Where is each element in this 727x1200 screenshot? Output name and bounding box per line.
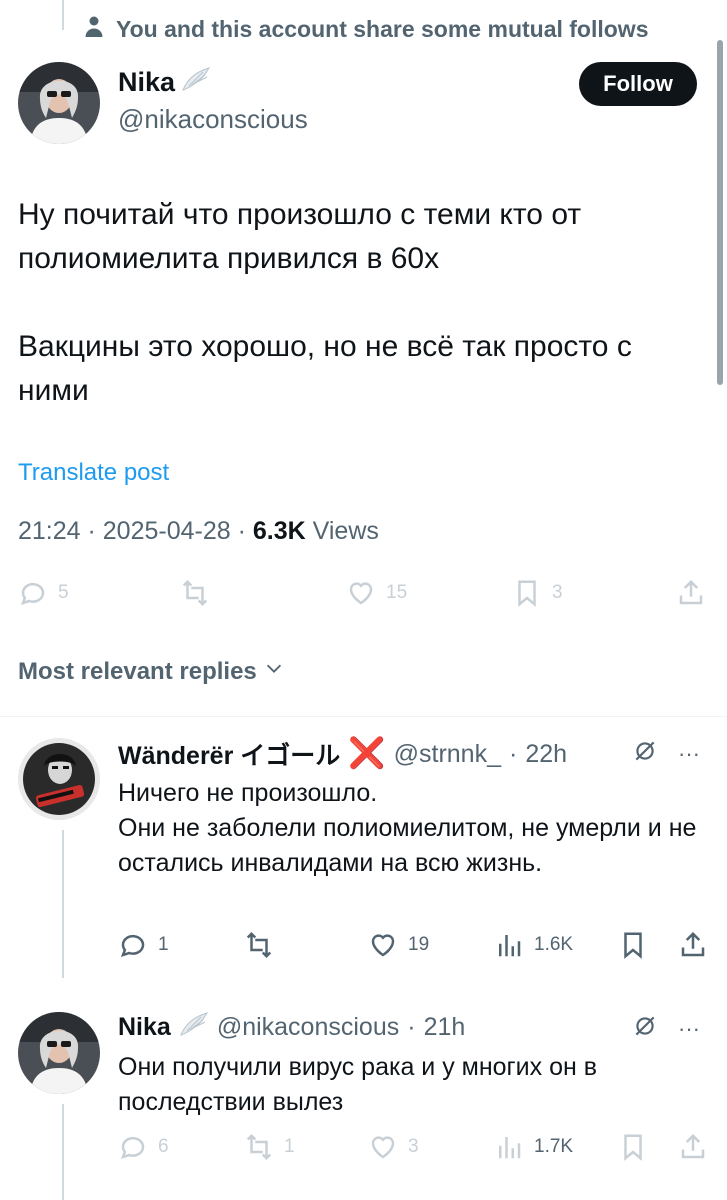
reply-author-handle[interactable]: @strnnk_ (394, 740, 501, 769)
post-meta: 21:24 · 2025-04-28 · 6.3K Views (18, 517, 379, 545)
more-options-icon[interactable]: ··· (678, 741, 700, 767)
follow-button[interactable]: Follow (579, 62, 697, 106)
bookmark-button[interactable] (618, 1132, 648, 1162)
grok-icon[interactable] (632, 1013, 658, 1045)
repost-button[interactable]: 1 (244, 1132, 295, 1162)
reply-author-handle[interactable]: @nikaconscious (217, 1013, 399, 1042)
divider (0, 716, 727, 717)
author-handle[interactable]: @nikaconscious (118, 104, 308, 135)
reply-author-name[interactable]: Wänderër イゴール (118, 736, 340, 772)
post-time[interactable]: 21:24 (18, 517, 81, 545)
chevron-down-icon (263, 657, 285, 686)
like-button[interactable]: 15 (346, 578, 407, 608)
repost-button[interactable] (244, 930, 284, 960)
bookmark-button[interactable]: 3 (512, 578, 563, 608)
cross-mark-icon: ❌ (348, 737, 386, 770)
reply-button[interactable]: 1 (118, 930, 169, 960)
post-text-paragraph: Вакцины это хорошо, но не всё так просто… (18, 330, 641, 407)
more-options-icon[interactable]: ··· (678, 1016, 700, 1042)
avatar[interactable] (18, 62, 100, 144)
scrollbar[interactable] (717, 40, 723, 385)
post-actions: 5 15 3 (0, 578, 727, 618)
post-text: Ну почитай что произошло с теми кто от п… (18, 193, 708, 413)
share-button[interactable] (678, 930, 708, 960)
reply-time[interactable]: 21h (424, 1013, 466, 1042)
reply-header: Wänderër イゴール ❌ @strnnk_ · 22h (118, 736, 568, 772)
translate-post-link[interactable]: Translate post (18, 459, 169, 487)
grok-icon[interactable] (632, 738, 658, 770)
reply-author-name[interactable]: Nika (118, 1013, 171, 1042)
reply-header: Nika @nikaconscious · 21h (118, 1011, 465, 1044)
reply-tools: ··· (632, 1013, 700, 1045)
views-label: Views (312, 517, 379, 545)
reply-button[interactable]: 5 (18, 578, 69, 608)
author-name[interactable]: Nika (118, 66, 211, 99)
share-button[interactable] (678, 1132, 708, 1162)
reply-actions: 6 1 3 1.7K (0, 1132, 727, 1172)
reply-tools: ··· (632, 738, 700, 770)
reply-button[interactable]: 6 (118, 1132, 169, 1162)
replies-sort-dropdown[interactable]: Most relevant replies (18, 657, 285, 686)
person-icon (82, 14, 106, 44)
views-button[interactable]: 1.6K (494, 930, 573, 960)
social-context-text: You and this account share some mutual f… (116, 15, 649, 42)
share-button[interactable] (676, 578, 706, 608)
wing-icon (179, 1011, 209, 1044)
reply-text: Ничего не произошло. Они не заболели пол… (118, 779, 697, 877)
avatar[interactable] (18, 1012, 100, 1094)
like-button[interactable]: 19 (368, 930, 429, 960)
post-date[interactable]: 2025-04-28 (103, 517, 231, 545)
social-context: You and this account share some mutual f… (82, 14, 649, 44)
views-button[interactable]: 1.7K (494, 1132, 573, 1162)
reply-text: Они получили вирус рака и у многих он в … (118, 1053, 604, 1116)
bookmark-button[interactable] (618, 930, 648, 960)
like-button[interactable]: 3 (368, 1132, 419, 1162)
wing-icon (181, 66, 211, 99)
avatar[interactable] (18, 738, 100, 820)
reply-actions: 1 19 1.6K (0, 930, 727, 970)
reply-time[interactable]: 22h (525, 740, 567, 769)
repost-button[interactable] (180, 578, 220, 608)
post-text-paragraph: Ну почитай что произошло с теми кто от п… (18, 198, 590, 275)
thread-line (62, 0, 64, 30)
views-count: 6.3K (252, 517, 306, 545)
